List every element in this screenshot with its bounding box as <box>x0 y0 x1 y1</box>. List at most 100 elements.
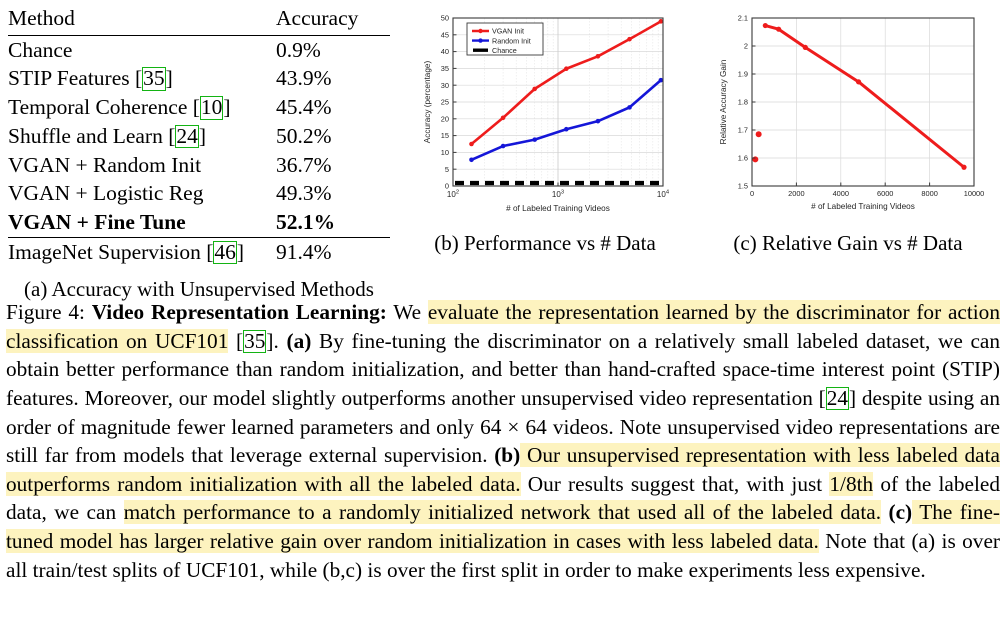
figure-caption: Figure 4: Video Representation Learning:… <box>0 298 1008 584</box>
data-point <box>855 79 862 85</box>
cell-method: ImageNet Supervision [46] <box>8 239 245 265</box>
table-row: Temporal Coherence [10] 45.4% <box>8 94 390 123</box>
y-tick-label: 1.6 <box>738 154 748 163</box>
caption-marker-c: (c) <box>888 500 913 525</box>
chart-c-subcaption: (c) Relative Gain vs # Data <box>733 231 963 255</box>
header-method: Method <box>8 5 75 30</box>
table-row: Chance 0.9% <box>8 36 390 65</box>
x-tick-exponent: 4 <box>666 190 670 196</box>
data-point-isolated <box>752 156 759 163</box>
cell-accuracy: 49.3% <box>276 181 332 206</box>
data-point <box>469 141 474 147</box>
figure-panels-row: Method Accuracy Chance 0.9% STIP Features [3… <box>0 0 1008 301</box>
x-tick-label: 102 <box>447 190 459 199</box>
data-point <box>762 22 768 29</box>
performance-chart-panel: 0 5 10 15 20 25 30 35 40 45 50 102 103 104 # of Labele… <box>396 0 694 256</box>
cell-accuracy: 45.4% <box>276 95 332 120</box>
y-axis-label: Accuracy (percentage) <box>423 61 432 144</box>
cell-accuracy: 91.4% <box>276 239 332 264</box>
x-axis-label: # of Labeled Training Videos <box>506 204 610 213</box>
cell-accuracy: 50.2% <box>276 123 332 148</box>
data-point <box>627 36 632 42</box>
caption-seg-3: ]. <box>266 328 287 353</box>
data-point <box>776 26 782 32</box>
figure-4: Method Accuracy Chance 0.9% STIP Features [3… <box>0 0 1008 584</box>
caption-marker-b: (b) <box>494 443 521 468</box>
y-tick-label: 5 <box>445 165 449 174</box>
x-axis-label: # of Labeled Training Videos <box>811 202 915 211</box>
citation-ref[interactable]: 35 <box>243 329 267 353</box>
cell-accuracy: 52.1% <box>276 210 336 235</box>
table-row-footer: ImageNet Supervision [46] 91.4% <box>8 238 390 267</box>
y-tick-label: 25 <box>441 98 449 107</box>
caption-seg-8 <box>881 500 888 524</box>
performance-vs-data-chart: 05101520253035404550102 103 104# of Labele… <box>423 14 670 213</box>
caption-marker-a: (a) <box>286 328 312 353</box>
citation-ref[interactable]: 46 <box>213 240 237 265</box>
caption-seg-1: We <box>386 300 428 324</box>
table-header-row: Method Accuracy <box>8 4 390 34</box>
data-point-isolated <box>755 131 762 138</box>
y-tick-label: 10 <box>441 148 449 157</box>
y-tick-label: 2 <box>744 42 748 51</box>
y-tick-label: 50 <box>441 14 449 23</box>
y-tick-label: 1.7 <box>738 126 748 135</box>
accuracy-table: Method Accuracy Chance 0.9% STIP Features [3… <box>8 4 390 267</box>
table-row: STIP Features [35] 43.9% <box>8 65 390 94</box>
x-tick-label: 2000 <box>788 189 804 198</box>
cell-accuracy: 36.7% <box>276 152 332 177</box>
y-tick-label: 1.9 <box>738 70 748 79</box>
cell-accuracy: 0.9% <box>276 37 321 62</box>
data-point <box>532 137 538 142</box>
x-tick-exponent: 3 <box>561 190 564 196</box>
legend-marker <box>478 28 483 34</box>
cell-accuracy: 43.9% <box>276 66 332 91</box>
data-point <box>595 54 601 59</box>
y-tick-label: 30 <box>441 81 449 90</box>
y-tick-label: 1.8 <box>738 98 748 107</box>
y-tick-label: 35 <box>441 64 449 73</box>
y-axis-label: Relative Accuracy Gain <box>719 59 728 144</box>
data-point <box>564 66 569 72</box>
citation-ref[interactable]: 35 <box>142 67 166 91</box>
cell-method: VGAN + Fine Tune <box>8 210 186 235</box>
x-tick-label: 104 <box>657 190 670 199</box>
x-tick-label: 0 <box>750 189 754 198</box>
citation-ref[interactable]: 10 <box>199 96 224 120</box>
series-line-relative-gain <box>763 24 966 169</box>
x-tick-label: 10000 <box>964 189 984 198</box>
y-tick-label: 15 <box>441 131 449 140</box>
cell-method: VGAN + Random Init <box>8 152 202 177</box>
x-tick-label: 8000 <box>921 189 937 198</box>
caption-seg-6: Our results suggest that, with just <box>520 471 830 496</box>
data-point <box>500 143 506 149</box>
table-row: VGAN + Logistic Reg 49.3% <box>8 180 390 209</box>
data-point <box>564 126 569 132</box>
caption-title: Video Representation Learning: <box>91 300 387 324</box>
caption-highlight-4: match performance to a randomly initiali… <box>123 500 882 525</box>
citation-ref[interactable]: 24 <box>825 386 850 411</box>
data-point <box>961 164 967 170</box>
table-row: Shuffle and Learn [24] 50.2% <box>8 122 390 151</box>
y-tick-label: 2.1 <box>738 14 748 23</box>
chart-b-subcaption: (b) Performance vs # Data <box>434 231 656 255</box>
citation-ref[interactable]: 24 <box>175 124 199 149</box>
y-tick-label: 45 <box>441 30 449 39</box>
caption-seg-2: [ <box>228 328 244 353</box>
legend-label-chance: Chance <box>492 46 517 55</box>
y-tick-label: 1.5 <box>738 182 748 191</box>
legend-label-vgan-init: VGAN Init <box>492 27 524 36</box>
data-point <box>500 115 506 121</box>
caption-figure-label: Figure 4: <box>6 300 85 324</box>
legend-label-random-init: Random Init <box>492 36 531 45</box>
data-point <box>627 105 632 110</box>
relative-gain-chart-panel: 1.5 1.6 1.7 1.8 1.9 2 2.1 0 2000 4000 6000 8000 1000… <box>694 0 1002 256</box>
cell-method: Chance <box>8 37 73 62</box>
x-tick-exponent: 2 <box>456 190 459 196</box>
table-row: VGAN + Random Init 36.7% <box>8 151 390 180</box>
y-tick-label: 20 <box>441 114 449 123</box>
header-accuracy: Accuracy <box>276 5 359 30</box>
cell-method: STIP Features [35] <box>8 66 173 91</box>
accuracy-table-panel: Method Accuracy Chance 0.9% STIP Features [3… <box>0 0 396 302</box>
relative-gain-vs-data-chart: 1.5 1.6 1.7 1.8 1.9 2 2.1 0 2000 4000 6000 8000 1000… <box>719 14 984 211</box>
